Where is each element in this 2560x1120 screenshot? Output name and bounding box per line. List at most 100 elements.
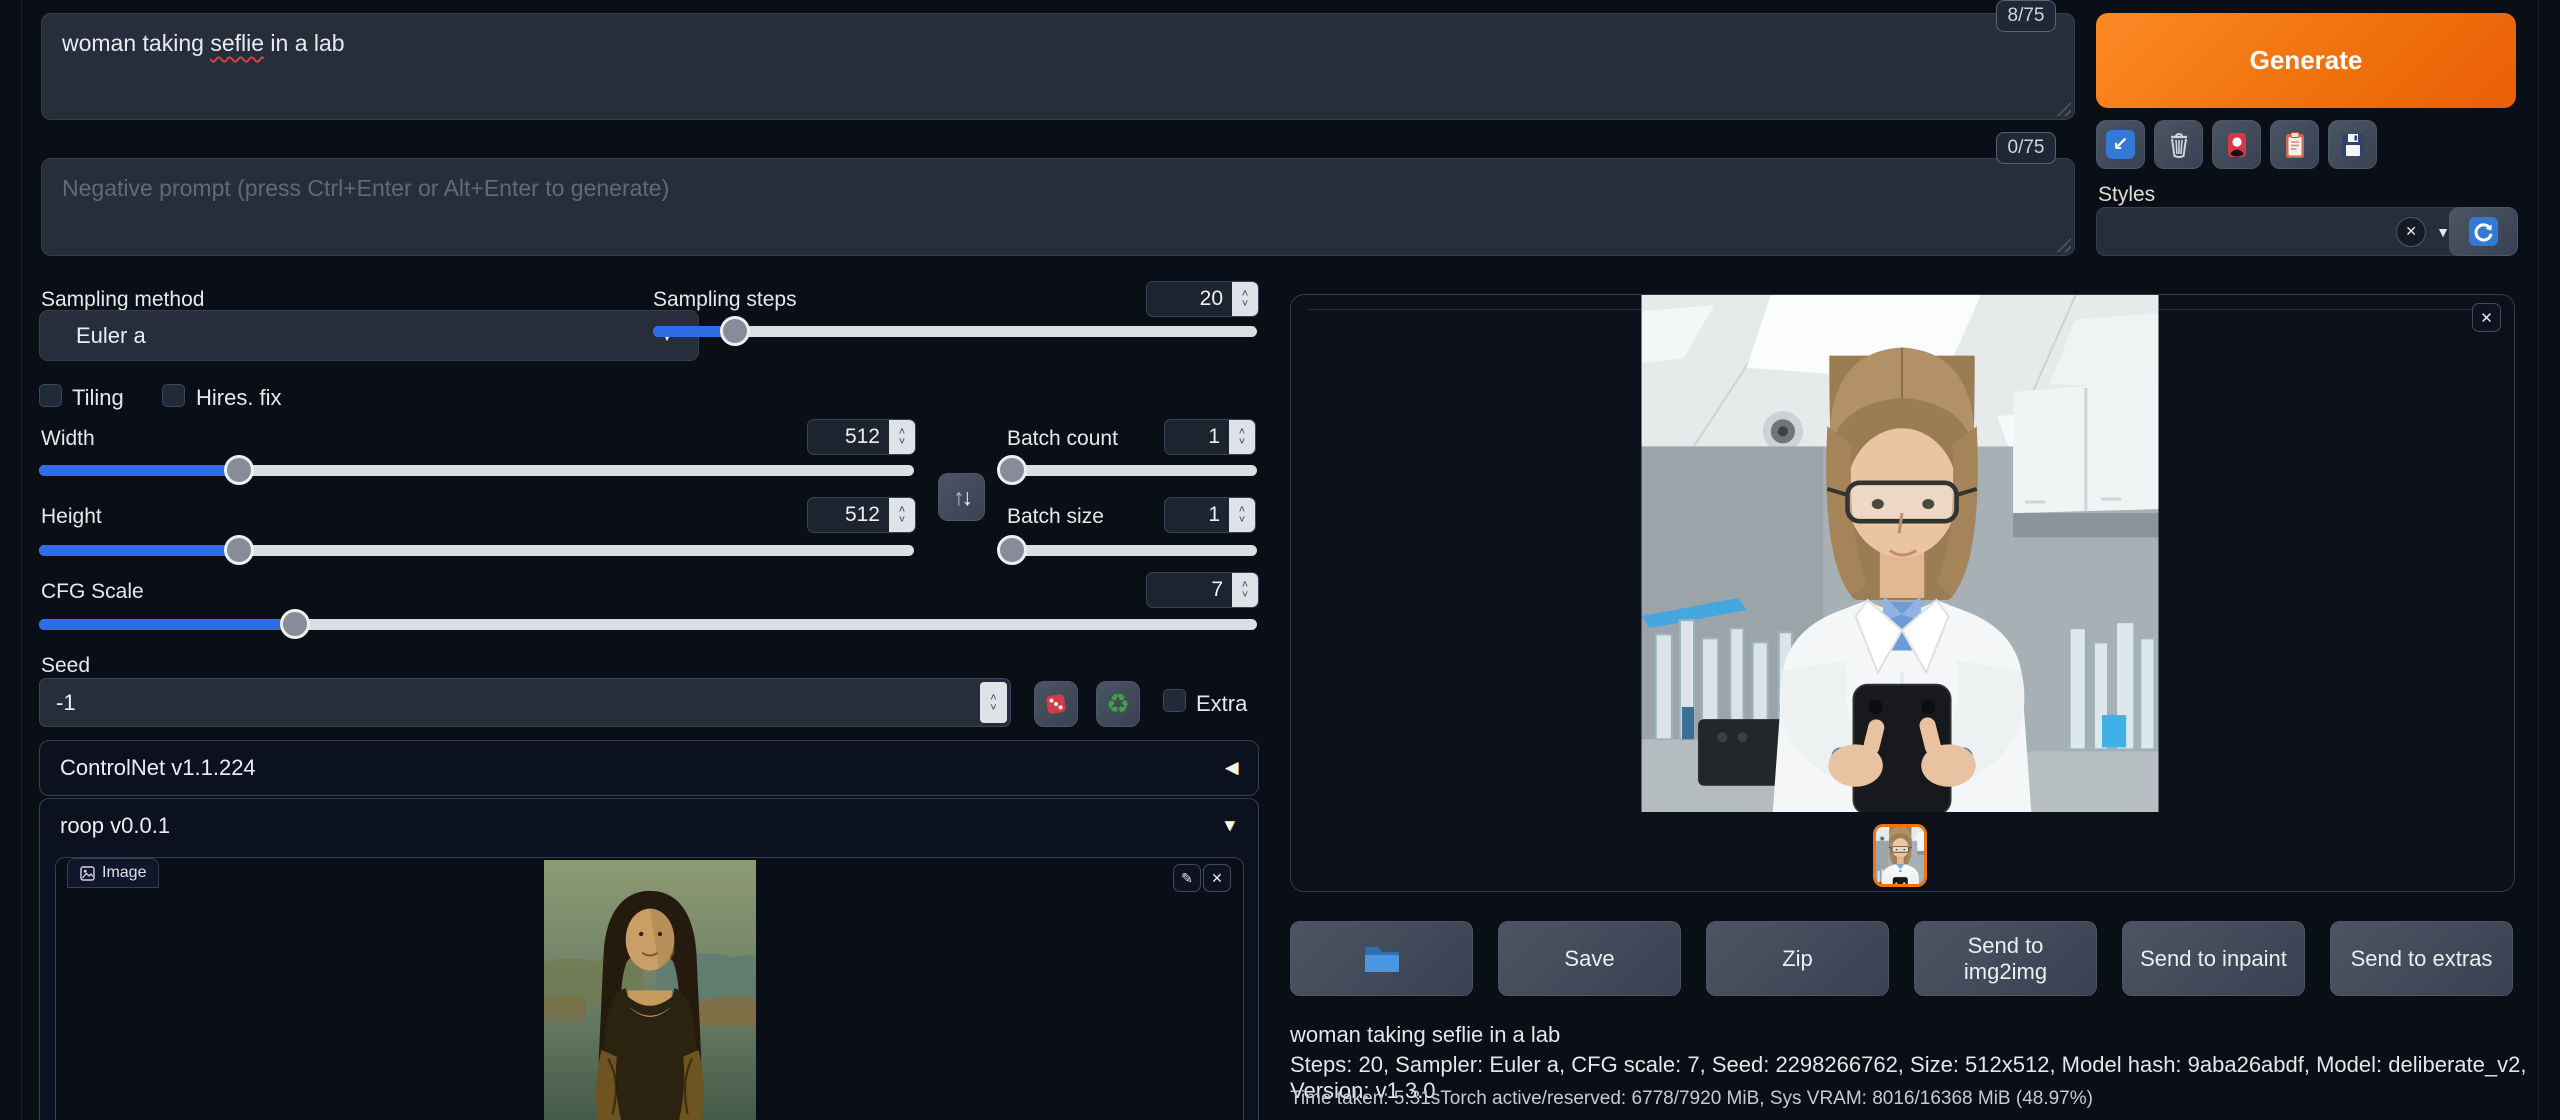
roop-accordion[interactable]: roop v0.0.1 ▼ Image ✎ ✕ (39, 798, 1259, 1120)
open-folder-button[interactable] (1290, 921, 1473, 996)
slider-thumb[interactable] (224, 535, 254, 565)
generate-button[interactable]: Generate (2096, 13, 2516, 108)
styles-label: Styles (2098, 183, 2155, 207)
zip-button[interactable]: Zip (1706, 921, 1889, 996)
card-person-icon (2222, 130, 2252, 160)
batch-count-slider[interactable] (1007, 455, 1257, 485)
clear-styles-icon[interactable]: ✕ (2396, 217, 2426, 247)
save-style-button[interactable] (2328, 120, 2377, 169)
send-to-inpaint-button[interactable]: Send to inpaint (2122, 921, 2305, 996)
stepper[interactable]: ˄˅ (889, 420, 915, 454)
batch-count-input[interactable]: 1 ˄˅ (1164, 419, 1256, 455)
send-to-extras-button[interactable]: Send to extras (2330, 921, 2513, 996)
slider-thumb[interactable] (280, 609, 310, 639)
height-slider[interactable] (39, 535, 914, 565)
cfg-scale-label: CFG Scale (41, 580, 144, 604)
clear-image-button[interactable]: ✕ (1203, 864, 1231, 892)
random-seed-button[interactable] (1034, 681, 1078, 727)
roop-source-image[interactable] (544, 860, 756, 1120)
sampling-steps-label: Sampling steps (653, 288, 797, 312)
slider-thumb[interactable] (997, 535, 1027, 565)
dice-icon (1042, 690, 1070, 718)
width-input[interactable]: 512 ˄˅ (807, 419, 916, 455)
stepper[interactable]: ˄˅ (1229, 498, 1255, 532)
resize-grip[interactable] (2057, 102, 2071, 116)
recycle-icon: ♻ (1106, 689, 1130, 720)
misspelled-word: seflie (210, 30, 264, 56)
tiling-label: Tiling (72, 385, 124, 411)
save-button[interactable]: Save (1498, 921, 1681, 996)
edit-image-button[interactable]: ✎ (1173, 864, 1201, 892)
slider-thumb[interactable] (224, 455, 254, 485)
seed-label: Seed (41, 654, 90, 678)
clear-prompt-button[interactable] (2154, 120, 2203, 169)
stepper[interactable]: ˄˅ (1229, 420, 1255, 454)
paste-params-button[interactable]: ↙ (2096, 120, 2145, 169)
reuse-seed-button[interactable]: ♻ (1096, 681, 1140, 727)
info-time-taken: Time taken: 5.31sTorch active/reserved: … (1290, 1088, 2093, 1110)
clipboard-icon (2280, 130, 2310, 160)
prompt-textarea[interactable]: woman taking seflie in a lab (41, 13, 2075, 120)
image-tab-label: Image (102, 864, 146, 882)
thumbnail-image (1876, 827, 1924, 884)
width-slider[interactable] (39, 455, 914, 485)
sampling-method-label: Sampling method (41, 288, 204, 312)
sampling-steps-slider[interactable] (653, 316, 1257, 346)
roop-image-dropzone[interactable]: Image ✎ ✕ (55, 857, 1244, 1120)
height-input[interactable]: 512 ˄˅ (807, 497, 916, 533)
trash-icon (2164, 130, 2194, 160)
extra-seed-label: Extra (1196, 691, 1247, 717)
hires-fix-checkbox[interactable] (162, 384, 185, 407)
negative-prompt-textarea[interactable]: Negative prompt (press Ctrl+Enter or Alt… (41, 158, 2075, 256)
controlnet-accordion[interactable]: ControlNet v1.1.224 ◀ (39, 740, 1259, 796)
resize-grip[interactable] (2057, 238, 2071, 252)
apply-styles-button[interactable] (2270, 120, 2319, 169)
roop-title: roop v0.0.1 (60, 813, 170, 839)
refresh-styles-button[interactable] (2449, 207, 2518, 256)
width-label: Width (41, 427, 95, 451)
extra-seed-checkbox[interactable] (1163, 689, 1186, 712)
sampling-method-dropdown[interactable]: Euler a ▼ (39, 310, 699, 361)
close-icon: ✕ (1211, 870, 1223, 887)
floppy-icon (2338, 130, 2368, 160)
sampling-method-value: Euler a (76, 323, 146, 349)
cfg-scale-slider[interactable] (39, 609, 1257, 639)
controlnet-title: ControlNet v1.1.224 (60, 755, 256, 781)
stepper[interactable]: ˄˅ (889, 498, 915, 532)
negative-prompt-placeholder: Negative prompt (press Ctrl+Enter or Alt… (62, 173, 2054, 203)
extra-networks-button[interactable] (2212, 120, 2261, 169)
folder-icon (1362, 943, 1402, 975)
tab-image[interactable]: Image (67, 858, 159, 888)
swap-width-height-button[interactable]: ↑↓ (938, 473, 985, 521)
stepper[interactable]: ˄˅ (1232, 573, 1258, 607)
slider-thumb[interactable] (997, 455, 1027, 485)
gallery-thumbnail-selected[interactable] (1873, 824, 1927, 887)
image-icon (80, 866, 95, 881)
stepper[interactable]: ˄˅ (1232, 282, 1258, 316)
accordion-collapsed-icon: ◀ (1225, 758, 1238, 778)
info-prompt: woman taking seflie in a lab (1290, 1022, 1560, 1048)
prompt-token-counter: 8/75 (1996, 0, 2056, 32)
batch-size-slider[interactable] (1007, 535, 1257, 565)
tiling-checkbox[interactable] (39, 384, 62, 407)
paste-arrow-icon: ↙ (2106, 130, 2135, 159)
negative-token-counter: 0/75 (1996, 132, 2056, 164)
generated-image[interactable] (1641, 295, 2159, 812)
styles-dropdown[interactable]: ✕ ▼ (2096, 207, 2463, 256)
seed-input[interactable]: -1 ˄˅ (39, 678, 1011, 727)
prompt-text: woman taking seflie in a lab (62, 28, 2054, 58)
cfg-scale-input[interactable]: 7 ˄˅ (1146, 572, 1259, 608)
sampling-steps-input[interactable]: 20 ˄˅ (1146, 281, 1259, 317)
pencil-icon: ✎ (1181, 870, 1193, 887)
batch-size-input[interactable]: 1 ˄˅ (1164, 497, 1256, 533)
hires-fix-label: Hires. fix (196, 385, 282, 411)
left-column-border (21, 0, 22, 1120)
send-to-img2img-button[interactable]: Send to img2img (1914, 921, 2097, 996)
close-gallery-button[interactable]: ✕ (2472, 303, 2501, 332)
swap-arrows-icon: ↑↓ (953, 484, 970, 511)
slider-thumb[interactable] (720, 316, 750, 346)
stepper[interactable]: ˄˅ (980, 682, 1007, 723)
txt2img-page: woman taking seflie in a lab 8/75 Negati… (0, 0, 2560, 1120)
batch-size-label: Batch size (1007, 505, 1104, 529)
accordion-expanded-icon: ▼ (1221, 816, 1238, 836)
